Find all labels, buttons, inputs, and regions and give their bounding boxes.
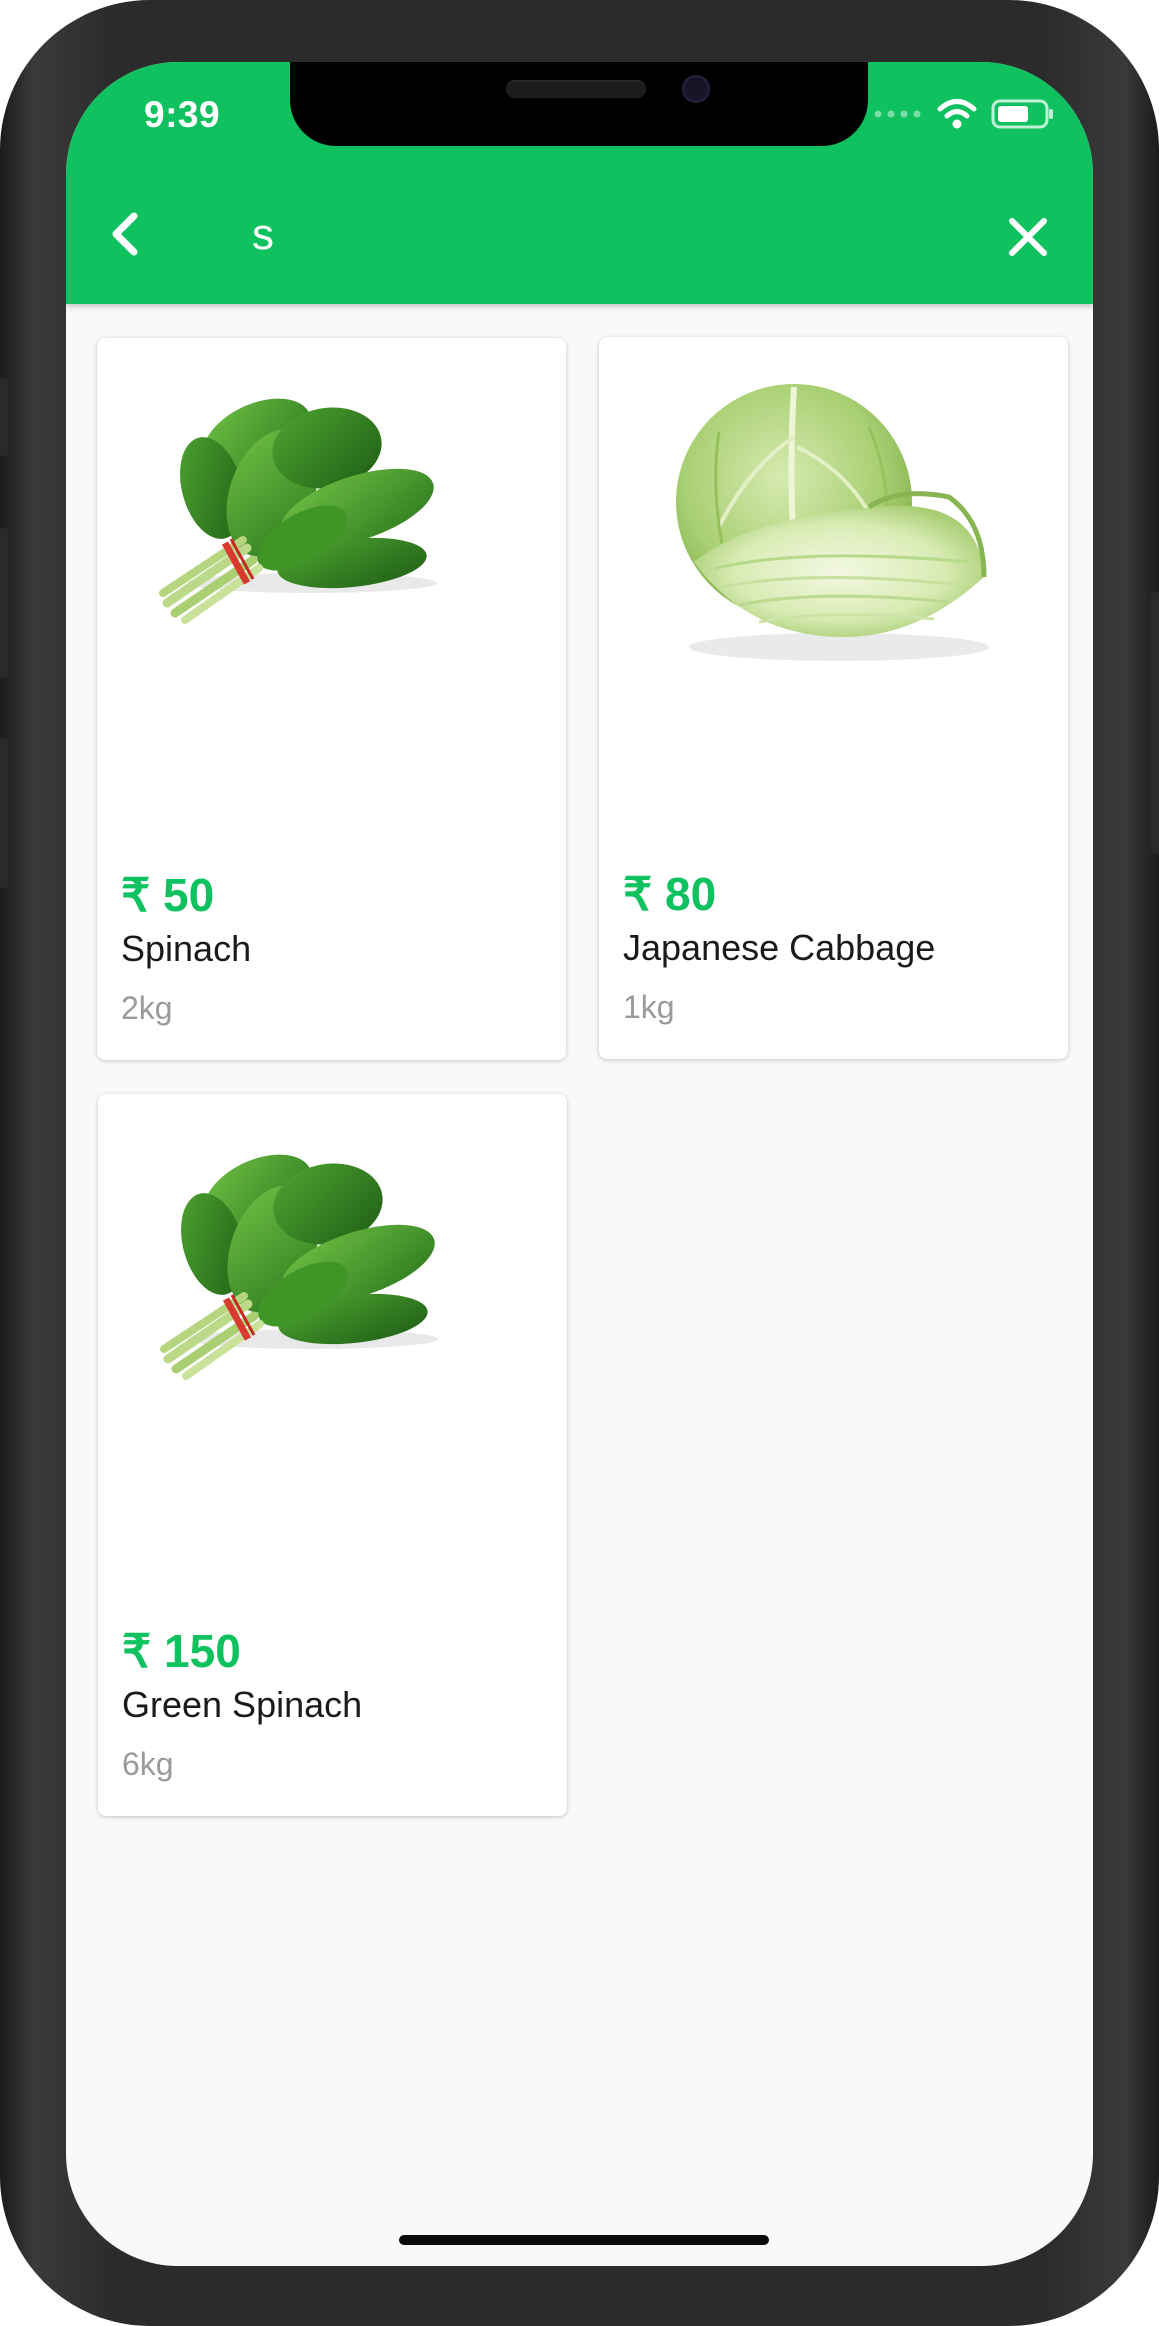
mute-switch [0, 378, 8, 456]
product-card[interactable]: ₹ 150 Green Spinach 6kg [98, 1094, 567, 1816]
wifi-icon [937, 98, 977, 135]
product-price: ₹ 150 [122, 1625, 241, 1677]
product-quantity: 6kg [122, 1746, 174, 1782]
product-card[interactable]: ₹ 50 Spinach 2kg [97, 338, 566, 1060]
clear-search-button[interactable] [995, 204, 1061, 270]
status-time: 9:39 [144, 94, 221, 135]
battery-icon [991, 98, 1055, 135]
home-indicator[interactable] [399, 2235, 769, 2245]
product-price: ₹ 80 [623, 868, 717, 920]
search-input[interactable] [252, 202, 952, 268]
product-card[interactable]: ₹ 80 Japanese Cabbage 1kg [599, 337, 1068, 1059]
speaker [506, 80, 646, 98]
front-camera [682, 75, 710, 103]
product-price: ₹ 50 [121, 869, 215, 921]
screen: 9:39 s ₹ 50 Spinach 2kg ₹ 80 Japanese Ca… [66, 62, 1093, 2266]
close-icon [995, 218, 1061, 274]
volume-down-button [0, 738, 8, 888]
notch [290, 62, 868, 146]
product-quantity: 2kg [121, 990, 173, 1026]
spinach-image [97, 338, 566, 838]
spinach-image [98, 1094, 567, 1594]
product-name: Green Spinach [122, 1684, 363, 1725]
product-name: Spinach [121, 928, 252, 969]
back-button[interactable] [96, 202, 162, 268]
power-button [1151, 592, 1159, 854]
cellular-signal-icon [873, 107, 923, 126]
volume-up-button [0, 528, 8, 678]
cabbage-image [599, 337, 1068, 837]
back-arrow-icon [96, 212, 162, 272]
product-quantity: 1kg [623, 989, 675, 1025]
product-name: Japanese Cabbage [623, 927, 936, 968]
status-icons [873, 98, 1055, 135]
